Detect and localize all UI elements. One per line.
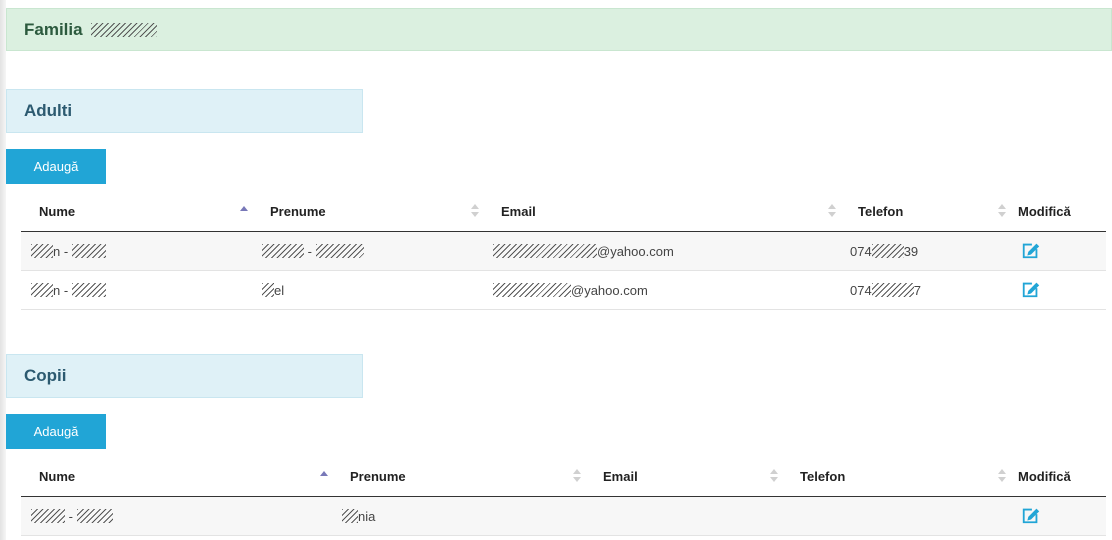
cell-text: 7 [913,282,921,298]
add-adult-button[interactable]: Adaugă [6,149,106,184]
add-child-button[interactable]: Adaugă [6,414,106,449]
cell-text: - [65,508,77,524]
column-header-modifica: Modifică [1010,191,1106,232]
adults-section-header: Adulti [6,89,363,133]
column-header-label: Nume [39,203,76,219]
cell-prenume: nia [332,496,585,536]
column-header-nume[interactable]: Nume [21,456,332,497]
column-header-nume[interactable]: Nume [21,191,252,232]
redacted-text [31,243,53,258]
cell-text: el [274,282,285,298]
sort-icon [998,204,1006,218]
children-section-header: Copii [6,354,363,398]
cell-nume: - [21,496,332,536]
left-shadow [0,0,6,540]
column-header-telefon[interactable]: Telefon [840,191,1010,232]
redacted-text [262,243,304,258]
cell-telefon: 074 7 [840,270,1010,310]
cell-prenume: el [252,270,483,310]
column-header-telefon[interactable]: Telefon [782,456,1010,497]
cell-text: nia [358,508,376,524]
column-header-label: Prenume [350,468,406,484]
cell-nume: n - [21,231,252,271]
cell-text: - [304,243,316,259]
redacted-text [871,282,914,297]
redacted-family-name [91,23,158,37]
redacted-text [31,508,65,523]
cell-text: 074 [850,282,872,298]
cell-email: @yahoo.com [483,270,840,310]
sort-asc-icon [240,204,248,218]
family-header: Familia [6,8,1112,51]
redacted-text [71,282,106,297]
adults-section-title: Adulti [24,101,73,120]
cell-prenume: - [252,231,483,271]
cell-text: @yahoo.com [597,243,674,259]
column-header-label: Nume [39,468,76,484]
column-header-label: Modifică [1018,468,1071,484]
sort-icon [573,469,581,483]
column-header-email[interactable]: Email [483,191,840,232]
column-header-label: Telefon [858,203,904,219]
column-header-label: Modifică [1018,203,1071,219]
cell-text: @yahoo.com [571,282,648,298]
cell-text: 074 [850,243,872,259]
redacted-text [342,508,358,523]
edit-icon[interactable] [1020,505,1042,525]
column-header-label: Prenume [270,203,326,219]
adults-table: Nume Prenume Email Telefon Modifică n - … [21,191,1106,310]
cell-modifica [1010,496,1106,536]
edit-icon[interactable] [1020,240,1042,260]
column-header-email[interactable]: Email [585,456,782,497]
cell-email: @yahoo.com [483,231,840,271]
redacted-text [71,243,106,258]
cell-telefon [782,496,1010,536]
cell-modifica [1010,270,1106,310]
redacted-text [493,282,571,297]
sort-asc-icon [320,469,328,483]
column-header-modifica: Modifică [1010,456,1106,497]
redacted-text [493,243,597,258]
table-row: n - el @yahoo.com 074 7 [21,270,1106,310]
children-section-title: Copii [24,366,67,385]
column-header-label: Email [603,468,638,484]
children-header-row: Nume Prenume Email Telefon Modifică [21,456,1106,497]
redacted-text [315,243,364,258]
sort-icon [770,469,778,483]
column-header-prenume[interactable]: Prenume [252,191,483,232]
cell-text: n - [53,243,72,259]
column-header-label: Email [501,203,536,219]
redacted-text [76,508,113,523]
table-row: - nia [21,496,1106,536]
cell-nume: n - [21,270,252,310]
cell-telefon: 074 39 [840,231,1010,271]
cell-email [585,496,782,536]
redacted-text [871,243,904,258]
cell-modifica [1010,231,1106,271]
adults-header-row: Nume Prenume Email Telefon Modifică [21,191,1106,232]
redacted-text [262,282,274,297]
sort-icon [471,204,479,218]
redacted-text [31,282,53,297]
cell-text: n - [53,282,72,298]
cell-text: 39 [903,243,919,259]
children-table: Nume Prenume Email Telefon Modifică - ni… [21,456,1106,536]
sort-icon [998,469,1006,483]
column-header-label: Telefon [800,468,846,484]
table-row: n - - @yahoo.com 074 39 [21,231,1106,271]
edit-icon[interactable] [1020,279,1042,299]
column-header-prenume[interactable]: Prenume [332,456,585,497]
family-title-label: Familia [24,20,83,39]
family-title: Familia [24,20,158,40]
sort-icon [828,204,836,218]
